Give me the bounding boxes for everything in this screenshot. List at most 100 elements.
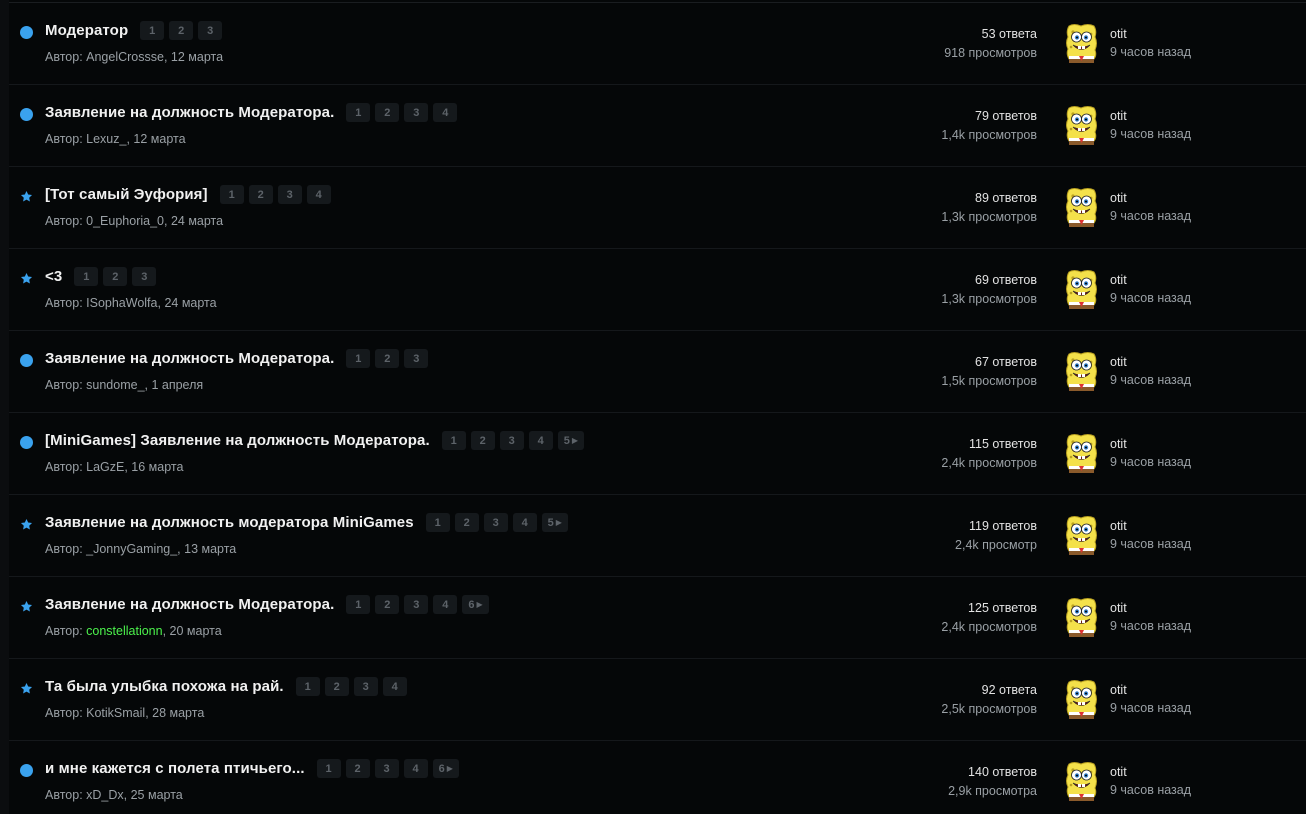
author-link[interactable]: AngelCrossse (86, 50, 164, 64)
thread-title-link[interactable]: Заявление на должность Модератора. (45, 350, 334, 367)
last-post-time[interactable]: 9 часов назад (1110, 453, 1191, 471)
last-post-time[interactable]: 9 часов назад (1110, 43, 1191, 61)
page-jump-chip[interactable]: 2 (345, 759, 370, 778)
page-jump-chip[interactable]: 1 (140, 21, 165, 40)
page-jump-chip[interactable]: 6 ▶ (462, 595, 489, 614)
page-jump-chip[interactable]: 4 (433, 103, 458, 122)
thread-row[interactable]: Заявление на должность модератора MiniGa… (9, 495, 1306, 577)
spongebob-avatar-icon[interactable] (1064, 23, 1099, 63)
page-jump-chip[interactable]: 1 (316, 759, 341, 778)
thread-title-link[interactable]: [MiniGames] Заявление на должность Модер… (45, 432, 430, 449)
last-poster-link[interactable]: otit (1110, 435, 1127, 453)
page-jump-chip[interactable]: 5 ▶ (557, 431, 585, 450)
author-link[interactable]: sundome_ (86, 378, 144, 392)
last-post-time[interactable]: 9 часов назад (1110, 699, 1191, 717)
page-jump-chip[interactable]: 4 (306, 185, 331, 204)
last-poster-link[interactable]: otit (1110, 681, 1127, 699)
page-jump-chip[interactable]: 2 (103, 267, 128, 286)
page-jump-chip[interactable]: 5 ▶ (541, 513, 568, 532)
page-jump-chip[interactable]: 4 (403, 759, 428, 778)
page-jump-chip[interactable]: 1 (346, 349, 371, 368)
spongebob-avatar-icon[interactable] (1064, 269, 1099, 309)
thread-title-link[interactable]: Заявление на должность Модератора. (45, 596, 334, 613)
thread-title-link[interactable]: Заявление на должность Модератора. (45, 104, 334, 121)
page-jump-chip[interactable]: 2 (375, 595, 400, 614)
page-jump-chip[interactable]: 1 (219, 185, 244, 204)
page-jump-chip[interactable]: 1 (295, 677, 320, 696)
thread-row[interactable]: Заявление на должность Модератора. 12346… (9, 577, 1306, 659)
spongebob-avatar-icon[interactable] (1064, 187, 1099, 227)
thread-row[interactable]: Заявление на должность Модератора. 1 2 3 А… (9, 331, 1306, 413)
page-jump-chip[interactable]: 4 (382, 677, 407, 696)
author-link[interactable]: _JonnyGaming_ (86, 542, 177, 556)
spongebob-avatar-icon[interactable] (1064, 597, 1099, 637)
page-jump-chip[interactable]: 2 (375, 349, 400, 368)
spongebob-avatar-icon[interactable] (1064, 761, 1099, 801)
page-jump-chip[interactable]: 2 (454, 513, 479, 532)
page-jump-chip[interactable]: 4 (528, 431, 553, 450)
page-jump-chip[interactable]: 1 (346, 595, 371, 614)
last-post-time[interactable]: 9 часов назад (1110, 289, 1191, 307)
last-post-time[interactable]: 9 часов назад (1110, 371, 1191, 389)
thread-row[interactable]: [MiniGames] Заявление на должность Модер… (9, 413, 1306, 495)
page-jump-chip[interactable]: 2 (375, 103, 400, 122)
page-jump-chip[interactable]: 1 (346, 103, 371, 122)
author-link[interactable]: 0_Euphoria_0 (86, 214, 164, 228)
thread-row[interactable]: Заявление на должность Модератора. 1234 … (9, 85, 1306, 167)
page-jump-chip[interactable]: 4 (433, 595, 458, 614)
page-jump-chip[interactable]: 3 (499, 431, 524, 450)
last-post-time[interactable]: 9 часов назад (1110, 207, 1191, 225)
page-jump-chip[interactable]: 2 (169, 21, 194, 40)
thread-title-link[interactable]: <3 (45, 268, 62, 285)
page-jump-chip[interactable]: 3 (198, 21, 223, 40)
author-link[interactable]: constellationn (86, 624, 162, 638)
spongebob-avatar-icon[interactable] (1064, 515, 1099, 555)
page-jump-chip[interactable]: 1 (74, 267, 99, 286)
thread-title-link[interactable]: Та была улыбка похожа на рай. (45, 678, 284, 695)
author-link[interactable]: Lexuz_ (86, 132, 126, 146)
thread-title-link[interactable]: Заявление на должность модератора MiniGa… (45, 514, 414, 531)
page-jump-chip[interactable]: 1 (425, 513, 450, 532)
spongebob-avatar-icon[interactable] (1064, 679, 1099, 719)
thread-title-link[interactable]: [Тот самый Эуфория] (45, 186, 208, 203)
page-jump-chip[interactable]: 3 (374, 759, 399, 778)
page-jump-chip[interactable]: 3 (132, 267, 157, 286)
thread-row[interactable]: Та была улыбка похожа на рай. 1 2 3 4 Автор… (9, 659, 1306, 741)
author-link[interactable]: xD_Dx (86, 788, 124, 802)
last-post-time[interactable]: 9 часов назад (1110, 781, 1191, 799)
spongebob-avatar-icon[interactable] (1064, 433, 1099, 473)
last-post-time[interactable]: 9 часов назад (1110, 125, 1191, 143)
author-link[interactable]: KotikSmail (86, 706, 145, 720)
page-jump-chip[interactable]: 2 (324, 677, 349, 696)
page-jump-chip[interactable]: 4 (512, 513, 537, 532)
last-poster-link[interactable]: otit (1110, 599, 1127, 617)
last-poster-link[interactable]: otit (1110, 189, 1127, 207)
page-jump-chip[interactable]: 2 (248, 185, 273, 204)
page-jump-chip[interactable]: 3 (404, 349, 429, 368)
thread-row[interactable]: Модератор 1 2 3 Автор: AngelCrossse, 12 ма… (9, 3, 1306, 85)
thread-title-link[interactable]: Модератор (45, 22, 128, 39)
thread-row[interactable]: и мне кажется с полета птичьего... 12346… (9, 741, 1306, 814)
page-jump-chip[interactable]: 3 (353, 677, 378, 696)
author-link[interactable]: LaGzE (86, 460, 124, 474)
spongebob-avatar-icon[interactable] (1064, 105, 1099, 145)
page-jump-chip[interactable]: 6 ▶ (432, 759, 459, 778)
last-post-time[interactable]: 9 часов назад (1110, 617, 1191, 635)
last-post-time[interactable]: 9 часов назад (1110, 535, 1191, 553)
page-jump-chip[interactable]: 3 (404, 595, 429, 614)
last-poster-link[interactable]: otit (1110, 763, 1127, 781)
page-jump-chip[interactable]: 3 (404, 103, 429, 122)
last-poster-link[interactable]: otit (1110, 517, 1127, 535)
page-jump-chip[interactable]: 3 (483, 513, 508, 532)
last-poster-link[interactable]: otit (1110, 353, 1127, 371)
last-poster-link[interactable]: otit (1110, 25, 1127, 43)
thread-row[interactable]: [Тот самый Эуфория] 1 2 3 4 Автор: 0_Euphor… (9, 167, 1306, 249)
page-jump-chip[interactable]: 3 (277, 185, 302, 204)
page-jump-chip[interactable]: 2 (470, 431, 495, 450)
page-jump-chip[interactable]: 1 (441, 431, 466, 450)
thread-title-link[interactable]: и мне кажется с полета птичьего... (45, 760, 305, 777)
thread-row[interactable]: <3 1 2 3 Автор: ISophaWolfa, 24 марта 69 о… (9, 249, 1306, 331)
spongebob-avatar-icon[interactable] (1064, 351, 1099, 391)
last-poster-link[interactable]: otit (1110, 271, 1127, 289)
author-link[interactable]: ISophaWolfa (86, 296, 157, 310)
